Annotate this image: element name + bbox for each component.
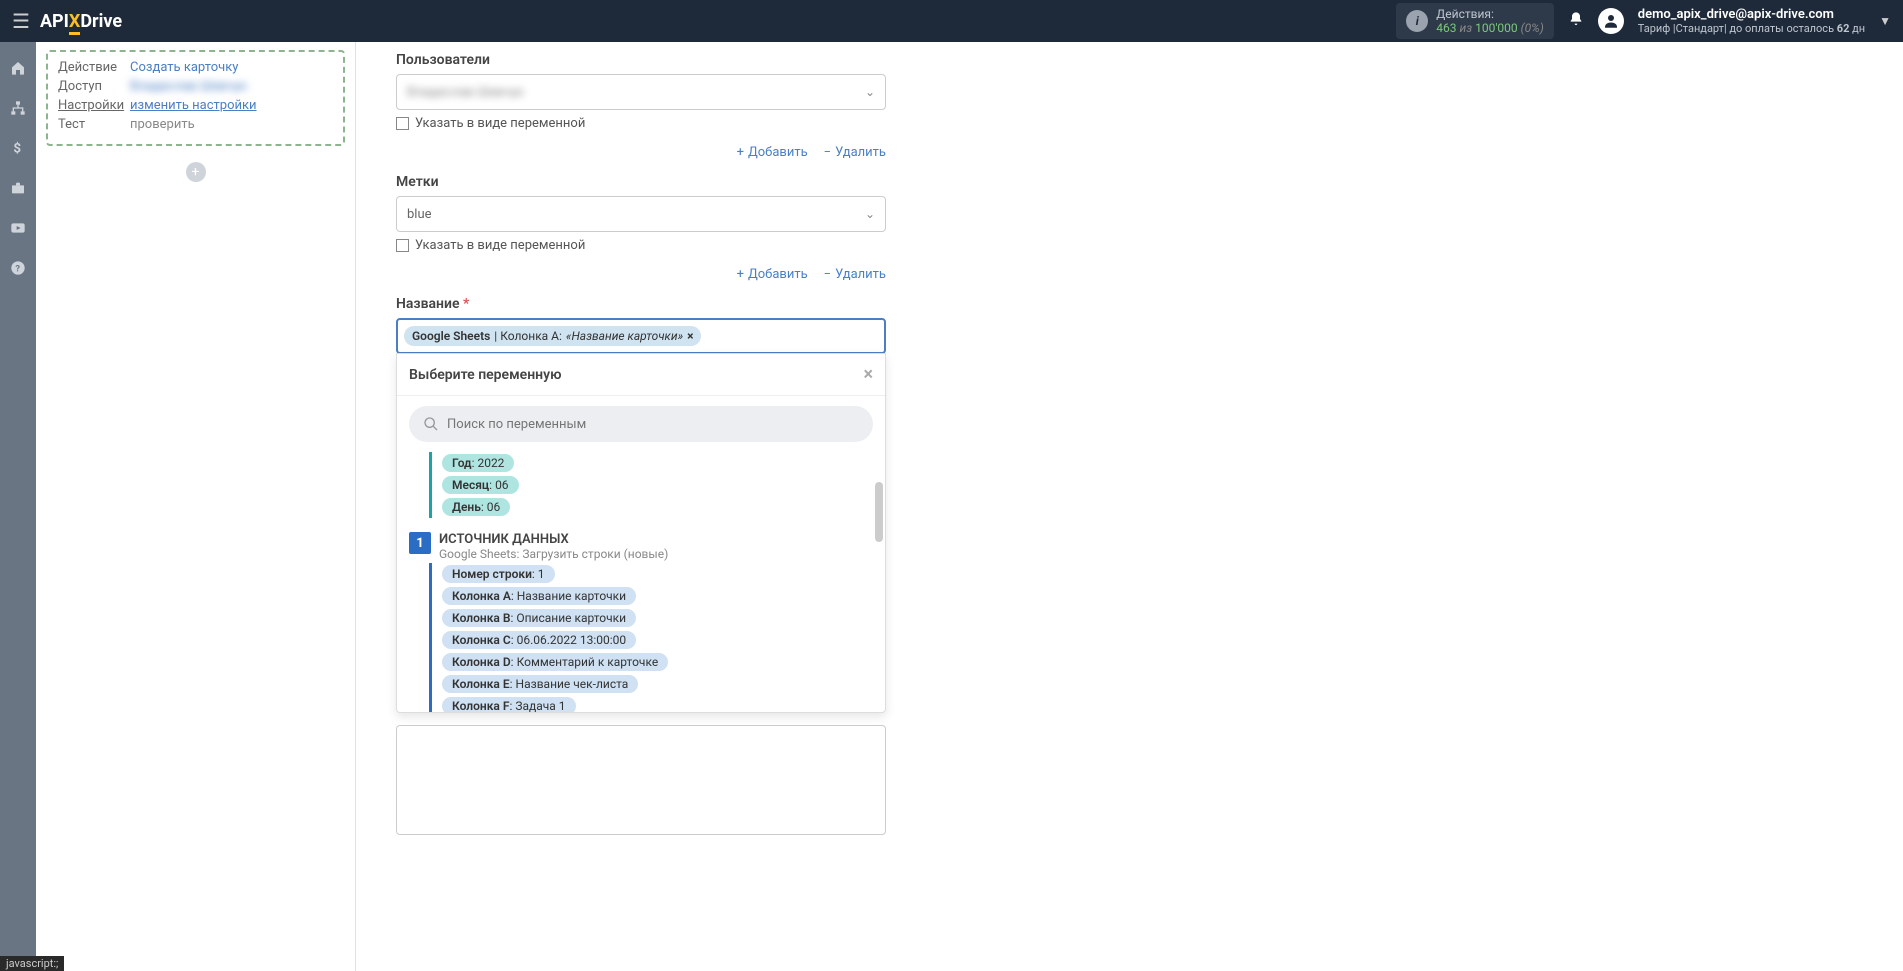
plus-icon: + (737, 267, 744, 282)
var-chip-month[interactable]: Месяц: 06 (442, 476, 519, 494)
step-access-value[interactable]: Владислав Шевчук (130, 79, 247, 94)
users-select[interactable]: Владислав Шевчук ⌄ (396, 74, 886, 110)
dropdown-title: Выберите переменную (409, 367, 561, 383)
variable-dropdown: Выберите переменную × Год: 2022 Ме (396, 353, 886, 713)
sidebar-youtube-icon[interactable] (0, 210, 36, 246)
sidebar-briefcase-icon[interactable] (0, 170, 36, 206)
step-settings-label: Настройки (58, 98, 130, 113)
user-email: demo_apix_drive@apix-drive.com (1638, 7, 1865, 22)
description-textarea[interactable] (396, 725, 886, 835)
actions-total: 100'000 (1475, 21, 1518, 35)
chevron-down-icon: ⌄ (865, 207, 875, 221)
user-info[interactable]: demo_apix_drive@apix-drive.com Тариф |Ст… (1638, 7, 1865, 35)
bell-icon[interactable] (1568, 11, 1584, 31)
var-chip-c[interactable]: Колонка C: 06.06.2022 13:00:00 (442, 631, 636, 649)
step-test-label: Тест (58, 117, 130, 132)
step-card: ДействиеСоздать карточку ДоступВладислав… (46, 50, 345, 146)
status-bar: javascript:; (0, 956, 64, 971)
actions-box[interactable]: i Действия: 463 из 100'000 (0%) (1396, 3, 1554, 39)
minus-icon: − (824, 145, 831, 160)
sidebar-dollar-icon[interactable]: $ (0, 130, 36, 166)
labels-variable-checkbox[interactable]: Указать в виде переменной (396, 238, 886, 253)
actions-of: из (1459, 21, 1472, 35)
var-chip-e[interactable]: Колонка E: Название чек-листа (442, 675, 638, 693)
actions-title: Действия: (1436, 7, 1544, 21)
checkbox-icon[interactable] (396, 239, 409, 252)
hamburger-icon[interactable]: ☰ (12, 9, 30, 33)
step-settings-value[interactable]: изменить настройки (130, 98, 257, 113)
step-action-label: Действие (58, 60, 130, 75)
actions-pct: (0%) (1521, 21, 1544, 35)
actions-text: Действия: 463 из 100'000 (0%) (1436, 7, 1544, 35)
source-number: 1 (409, 532, 431, 554)
sidebar-sitemap-icon[interactable] (0, 90, 36, 126)
info-icon: i (1406, 10, 1428, 32)
source-subtitle: Google Sheets: Загрузить строки (новые) (439, 547, 668, 561)
header: ☰ APIXDrive i Действия: 463 из 100'000 (… (0, 0, 1903, 42)
user-tariff: Тариф |Стандарт| до оплаты осталось 62 д… (1638, 22, 1865, 35)
users-add-link[interactable]: +Добавить (737, 145, 808, 160)
search-input[interactable] (447, 417, 859, 432)
avatar-icon[interactable] (1598, 8, 1624, 34)
users-delete-link[interactable]: −Удалить (824, 145, 886, 160)
var-chip-d[interactable]: Колонка D: Комментарий к карточке (442, 653, 668, 671)
logo-x: X (69, 11, 80, 32)
labels-add-link[interactable]: +Добавить (737, 267, 808, 282)
minus-icon: − (824, 267, 831, 282)
step-test-value[interactable]: проверить (130, 117, 195, 132)
checkbox-icon[interactable] (396, 117, 409, 130)
search-wrapper (409, 406, 873, 442)
plus-icon: + (737, 145, 744, 160)
users-label: Пользователи (396, 52, 886, 68)
var-chip-day[interactable]: День: 06 (442, 498, 510, 516)
var-chip-a[interactable]: Колонка A: Название карточки (442, 587, 636, 605)
header-right: i Действия: 463 из 100'000 (0%) demo_api… (1396, 3, 1891, 39)
add-step-button[interactable]: + (186, 162, 206, 182)
logo-drive: Drive (80, 11, 122, 32)
labels-label: Метки (396, 174, 886, 190)
users-variable-checkbox[interactable]: Указать в виде переменной (396, 116, 886, 131)
actions-count: 463 (1436, 21, 1456, 35)
logo[interactable]: APIXDrive (40, 11, 122, 32)
close-icon[interactable]: × (863, 364, 873, 385)
var-chip-f[interactable]: Колонка F: Задача 1 (442, 697, 576, 712)
content: Пользователи Владислав Шевчук ⌄ Указать … (356, 42, 1903, 971)
source-title: ИСТОЧНИК ДАННЫХ (439, 532, 668, 547)
svg-text:?: ? (15, 263, 20, 274)
labels-delete-link[interactable]: −Удалить (824, 267, 886, 282)
var-chip-year[interactable]: Год: 2022 (442, 454, 514, 472)
var-chip-b[interactable]: Колонка B: Описание карточки (442, 609, 636, 627)
name-tag[interactable]: Google Sheets | Колонка A: «Название кар… (404, 326, 701, 346)
svg-text:$: $ (13, 142, 21, 156)
tag-close-icon[interactable]: × (687, 329, 693, 343)
labels-select[interactable]: blue ⌄ (396, 196, 886, 232)
logo-api: API (40, 11, 69, 32)
name-input[interactable]: Google Sheets | Колонка A: «Название кар… (396, 318, 886, 354)
source-var-group: Номер строки: 1 Колонка A: Название карт… (429, 563, 873, 712)
scrollbar[interactable] (875, 482, 883, 542)
source-header: 1 ИСТОЧНИК ДАННЫХ Google Sheets: Загрузи… (409, 532, 873, 561)
sidebar: $ ? (0, 42, 36, 971)
name-label: Название * (396, 296, 886, 312)
search-icon (423, 416, 439, 432)
left-panel: ДействиеСоздать карточку ДоступВладислав… (36, 42, 356, 971)
var-chip-row[interactable]: Номер строки: 1 (442, 565, 555, 583)
chevron-down-icon: ⌄ (865, 85, 875, 99)
sidebar-help-icon[interactable]: ? (0, 250, 36, 286)
date-var-group: Год: 2022 Месяц: 06 День: 06 (429, 452, 873, 518)
sidebar-home-icon[interactable] (0, 50, 36, 86)
chevron-down-icon[interactable]: ▼ (1879, 14, 1891, 28)
step-action-value[interactable]: Создать карточку (130, 60, 238, 75)
dropdown-body[interactable]: Год: 2022 Месяц: 06 День: 06 1 ИСТОЧНИК … (397, 452, 885, 712)
step-access-label: Доступ (58, 79, 130, 94)
